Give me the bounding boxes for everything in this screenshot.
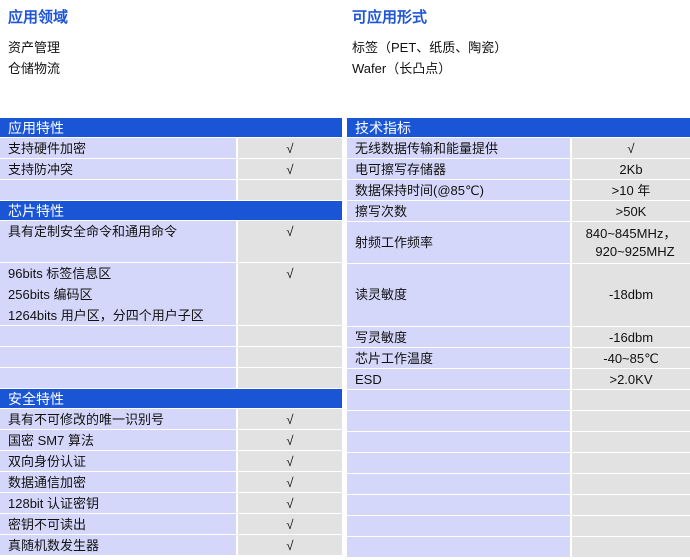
spec-value: -16dbm — [572, 327, 690, 347]
spec-label: ESD — [347, 369, 572, 389]
table-row-empty — [0, 180, 342, 201]
spec-label: 读灵敏度 — [347, 264, 572, 326]
table-row: 国密 SM7 算法 √ — [0, 430, 342, 451]
table-row: 支持防冲突 √ — [0, 159, 342, 180]
app-features-header: 应用特性 — [0, 118, 342, 138]
table-row: 128bit 认证密钥 √ — [0, 493, 342, 514]
table-row: 读灵敏度 -18dbm — [347, 264, 690, 327]
table-row-empty — [347, 516, 690, 537]
feature-label: 1264bits 用户区，分四个用户子区 — [8, 308, 204, 323]
feature-label: 密钥不可读出 — [0, 514, 238, 534]
spec-label: 射频工作频率 — [347, 222, 572, 263]
feature-label: 256bits 编码区 — [8, 287, 93, 302]
spec-value: >10 年 — [572, 180, 690, 200]
table-row-empty — [347, 390, 690, 411]
table-row-empty — [347, 474, 690, 495]
application-form-item: Wafer（长凸点） — [352, 61, 452, 76]
table-row-empty — [0, 368, 342, 389]
table-row: ESD >2.0KV — [347, 369, 690, 390]
application-forms-title: 可应用形式 — [352, 9, 428, 26]
feature-label: 真随机数发生器 — [0, 535, 238, 555]
feature-label: 支持防冲突 — [0, 159, 238, 179]
table-row: 数据保持时间(@85℃) >10 年 — [347, 180, 690, 201]
feature-label: 双向身份认证 — [0, 451, 238, 471]
feature-label: 128bit 认证密钥 — [0, 493, 238, 513]
spec-label: 无线数据传输和能量提供 — [347, 138, 572, 158]
spec-label: 擦写次数 — [347, 201, 572, 221]
check-mark: √ — [238, 472, 342, 492]
spec-label: 芯片工作温度 — [347, 348, 572, 368]
table-row: 具有不可修改的唯一识别号 √ — [0, 409, 342, 430]
table-row-empty — [347, 411, 690, 432]
feature-label: 具有定制安全命令和通用命令 — [0, 221, 238, 262]
tech-specs-table: 技术指标 无线数据传输和能量提供 √ 电可擦写存储器 2Kb 数据保持时间(@85℃… — [347, 118, 690, 558]
spec-value: 2Kb — [572, 159, 690, 179]
check-mark: √ — [238, 430, 342, 450]
table-row: 具有定制安全命令和通用命令 √ — [0, 221, 342, 263]
table-row: 双向身份认证 √ — [0, 451, 342, 472]
check-mark: √ — [238, 535, 342, 555]
spec-value: -40~85℃ — [572, 348, 690, 368]
application-form-item: 标签（PET、纸质、陶瓷） — [352, 40, 508, 55]
tech-specs-header: 技术指标 — [347, 118, 690, 138]
spec-label: 写灵敏度 — [347, 327, 572, 347]
table-row: 数据通信加密 √ — [0, 472, 342, 493]
feature-label: 支持硬件加密 — [0, 138, 238, 158]
check-mark: √ — [238, 451, 342, 471]
table-row: 射频工作频率 840~845MHz， 920~925MHZ — [347, 222, 690, 264]
spec-value: >50K — [572, 201, 690, 221]
feature-label: 国密 SM7 算法 — [0, 430, 238, 450]
table-row: 无线数据传输和能量提供 √ — [347, 138, 690, 159]
feature-label: 数据通信加密 — [0, 472, 238, 492]
check-mark: √ — [238, 138, 342, 158]
check-mark: √ — [238, 221, 342, 262]
table-row-empty — [347, 495, 690, 516]
feature-label: 具有不可修改的唯一识别号 — [0, 409, 238, 429]
check-mark: √ — [238, 493, 342, 513]
check-mark: √ — [238, 409, 342, 429]
spec-label: 数据保持时间(@85℃) — [347, 180, 572, 200]
check-mark: √ — [238, 159, 342, 179]
table-row: 96bits 标签信息区 256bits 编码区 1264bits 用户区，分四个用… — [0, 263, 342, 326]
table-row-empty — [0, 326, 342, 347]
check-mark: √ — [238, 263, 342, 325]
table-row-empty — [347, 537, 690, 558]
table-row-empty — [347, 453, 690, 474]
application-fields-title: 应用领域 — [8, 9, 69, 26]
table-row: 支持硬件加密 √ — [0, 138, 342, 159]
feature-label: 96bits 标签信息区 — [8, 266, 112, 281]
spec-value: -18dbm — [572, 264, 690, 326]
table-row: 电可擦写存储器 2Kb — [347, 159, 690, 180]
table-row: 写灵敏度 -16dbm — [347, 327, 690, 348]
application-field-item: 仓储物流 — [8, 61, 61, 76]
security-features-header: 安全特性 — [0, 389, 342, 409]
application-field-item: 资产管理 — [8, 40, 61, 55]
spec-label: 电可擦写存储器 — [347, 159, 572, 179]
spec-value: 840~845MHz， — [585, 225, 677, 241]
spec-value: √ — [572, 138, 690, 158]
check-mark: √ — [238, 514, 342, 534]
table-row-empty — [347, 432, 690, 453]
spec-value: 920~925MHZ — [595, 243, 675, 259]
table-row: 密钥不可读出 √ — [0, 514, 342, 535]
chip-features-header: 芯片特性 — [0, 201, 342, 221]
table-row: 真随机数发生器 √ — [0, 535, 342, 556]
features-table: 应用特性 支持硬件加密 √ 支持防冲突 √ 芯片特性 具有定制安全命令和通用命令 √ … — [0, 118, 342, 556]
table-row: 擦写次数 >50K — [347, 201, 690, 222]
table-row: 芯片工作温度 -40~85℃ — [347, 348, 690, 369]
spec-value: >2.0KV — [572, 369, 690, 389]
table-row-empty — [0, 347, 342, 368]
